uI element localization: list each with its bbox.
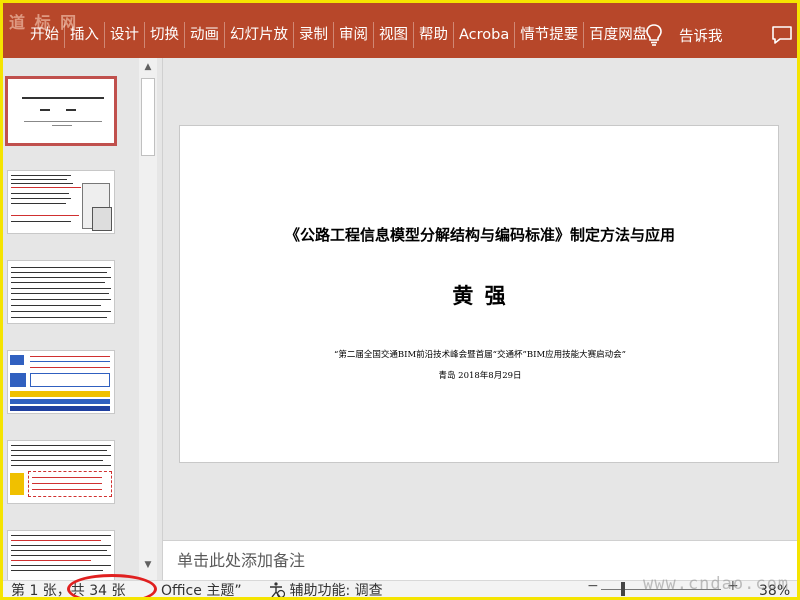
comment-icon[interactable] xyxy=(771,25,793,45)
notes-placeholder[interactable]: 单击此处添加备注 xyxy=(177,547,305,571)
accessibility-label: 辅助功能: 调查 xyxy=(289,583,383,599)
slide-event-name[interactable]: “第二届全国交通BIM前沿技术峰会暨首届“交通杯”BIM应用技能大赛启动会” xyxy=(180,348,780,360)
slide-thumbnail-3[interactable] xyxy=(7,260,115,324)
tab-review[interactable]: 审阅 xyxy=(334,22,374,48)
tab-home[interactable]: 开始 xyxy=(25,22,65,48)
tab-insert[interactable]: 插入 xyxy=(65,22,105,48)
thumbnail-scrollbar[interactable]: ▲ ▼ xyxy=(139,58,157,580)
tab-design[interactable]: 设计 xyxy=(105,22,145,48)
accessibility-status[interactable]: 辅助功能: 调查 xyxy=(267,581,383,599)
app-frame: 道 标 网 开始 插入 设计 切换 动画 幻灯片放 录制 审阅 视图 帮助 Ac… xyxy=(0,0,800,600)
zoom-out-icon[interactable]: − xyxy=(587,578,599,594)
scroll-down-arrow-icon[interactable]: ▼ xyxy=(139,556,157,574)
tab-acrobat[interactable]: Acroba xyxy=(454,22,516,48)
slide-thumbnail-2[interactable] xyxy=(7,170,115,234)
tab-animations[interactable]: 动画 xyxy=(185,22,225,48)
slide-title[interactable]: 《公路工程信息模型分解结构与编码标准》制定方法与应用 xyxy=(180,224,780,245)
tab-record[interactable]: 录制 xyxy=(294,22,334,48)
lightbulb-icon xyxy=(646,24,662,46)
scroll-up-arrow-icon[interactable]: ▲ xyxy=(139,58,157,76)
slide-author[interactable]: 黄 强 xyxy=(180,280,780,310)
site-watermark-bottom: www.cndao.com xyxy=(643,574,790,594)
tell-me-label: 告诉我 xyxy=(679,28,723,45)
slide-thumbnail-pane xyxy=(3,58,137,594)
slide-thumbnail-4[interactable] xyxy=(7,350,115,414)
slide-location-date[interactable]: 青岛 2018年8月29日 xyxy=(180,369,780,381)
tab-transitions[interactable]: 切换 xyxy=(145,22,185,48)
ribbon-tab-bar: 道 标 网 开始 插入 设计 切换 动画 幻灯片放 录制 审阅 视图 帮助 Ac… xyxy=(3,3,797,58)
slide-thumbnail-1[interactable] xyxy=(5,76,117,146)
tab-storyboard[interactable]: 情节提要 xyxy=(515,22,585,48)
theme-name: Office 主题” xyxy=(161,583,242,599)
ribbon-tabs: 开始 插入 设计 切换 动画 幻灯片放 录制 审阅 视图 帮助 Acroba 情… xyxy=(25,20,652,50)
current-slide[interactable]: 《公路工程信息模型分解结构与编码标准》制定方法与应用 黄 强 “第二届全国交通B… xyxy=(179,125,779,463)
tab-view[interactable]: 视图 xyxy=(374,22,414,48)
accessibility-icon xyxy=(270,582,286,597)
tab-help[interactable]: 帮助 xyxy=(414,22,454,48)
tab-baidu-netdisk[interactable]: 百度网盘 xyxy=(584,22,652,48)
zoom-knob[interactable] xyxy=(621,582,625,596)
tell-me-box[interactable]: 告诉我 xyxy=(645,20,723,50)
slide-thumbnail-5[interactable] xyxy=(7,440,115,504)
editor-scrollbar[interactable] xyxy=(783,58,797,540)
highlight-ellipse xyxy=(67,574,157,597)
tab-slideshow[interactable]: 幻灯片放 xyxy=(225,22,294,48)
scrollbar-thumb[interactable] xyxy=(141,78,155,156)
